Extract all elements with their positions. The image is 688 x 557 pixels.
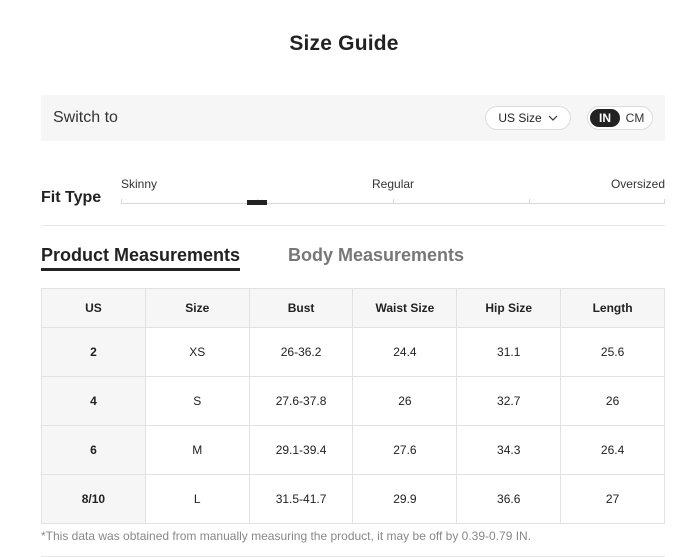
cell-size: XS [144,327,250,377]
measurement-footnote: *This data was obtained from manually me… [41,529,532,543]
cell-us: 4 [41,376,146,426]
page-title: Size Guide [289,32,399,55]
chevron-down-icon [548,115,558,121]
cell-length: 25.6 [560,327,665,377]
fit-tick [393,199,394,203]
cell-size: M [144,425,250,475]
unit-cm-option[interactable]: CM [620,109,650,127]
fit-level-marker [247,200,267,205]
column-header-size: Size [144,288,250,328]
table-row: 8/10 L 31.5-41.7 29.9 36.6 27 [41,474,665,524]
cell-bust: 26-36.2 [248,327,354,377]
fit-label-skinny: Skinny [121,177,158,191]
tab-body-measurements[interactable]: Body Measurements [288,245,464,266]
cell-length: 27 [560,474,665,524]
cell-waist: 24.4 [352,327,458,377]
tab-product-measurements[interactable]: Product Measurements [41,245,240,266]
active-tab-underline [41,268,240,271]
fit-scale-track [121,203,665,204]
cell-us: 6 [41,425,146,475]
fit-tick [529,199,530,203]
table-row: 4 S 27.6-37.8 26 32.7 26 [41,376,665,426]
cell-hip: 36.6 [456,474,562,524]
column-header-length: Length [560,288,665,328]
fit-label-oversized: Oversized [610,177,665,191]
table-row: 2 XS 26-36.2 24.4 31.1 25.6 [41,327,665,377]
fit-label-regular: Regular [372,177,415,191]
cell-hip: 31.1 [456,327,562,377]
cell-length: 26 [560,376,665,426]
cell-hip: 32.7 [456,376,562,426]
cell-us: 8/10 [41,474,146,524]
unit-toggle: IN CM [587,106,653,130]
cell-size: L [144,474,250,524]
unit-in-option[interactable]: IN [590,109,620,127]
cell-length: 26.4 [560,425,665,475]
column-header-hip: Hip Size [456,288,562,328]
unit-switch-bar: Switch to US Size IN CM [41,95,665,141]
table-header-row: US Size Bust Waist Size Hip Size Length [41,288,665,328]
cell-us: 2 [41,327,146,377]
fit-type-scale: Skinny Regular Oversized [121,176,665,206]
size-table: US Size Bust Waist Size Hip Size Length … [41,288,665,524]
fit-type-label: Fit Type [41,189,102,206]
cell-bust: 31.5-41.7 [248,474,354,524]
section-divider [41,225,665,226]
cell-waist: 26 [352,376,458,426]
column-header-waist: Waist Size [352,288,458,328]
column-header-bust: Bust [248,288,354,328]
fit-tick [664,199,665,203]
switch-label: Switch to [53,109,118,126]
column-header-us: US [41,288,146,328]
cell-size: S [144,376,250,426]
cell-hip: 34.3 [456,425,562,475]
fit-tick [121,199,122,203]
cell-waist: 27.6 [352,425,458,475]
table-row: 6 M 29.1-39.4 27.6 34.3 26.4 [41,425,665,475]
size-system-value: US Size [498,111,542,125]
cell-waist: 29.9 [352,474,458,524]
size-system-dropdown[interactable]: US Size [485,106,571,130]
cell-bust: 29.1-39.4 [248,425,354,475]
cell-bust: 27.6-37.8 [248,376,354,426]
